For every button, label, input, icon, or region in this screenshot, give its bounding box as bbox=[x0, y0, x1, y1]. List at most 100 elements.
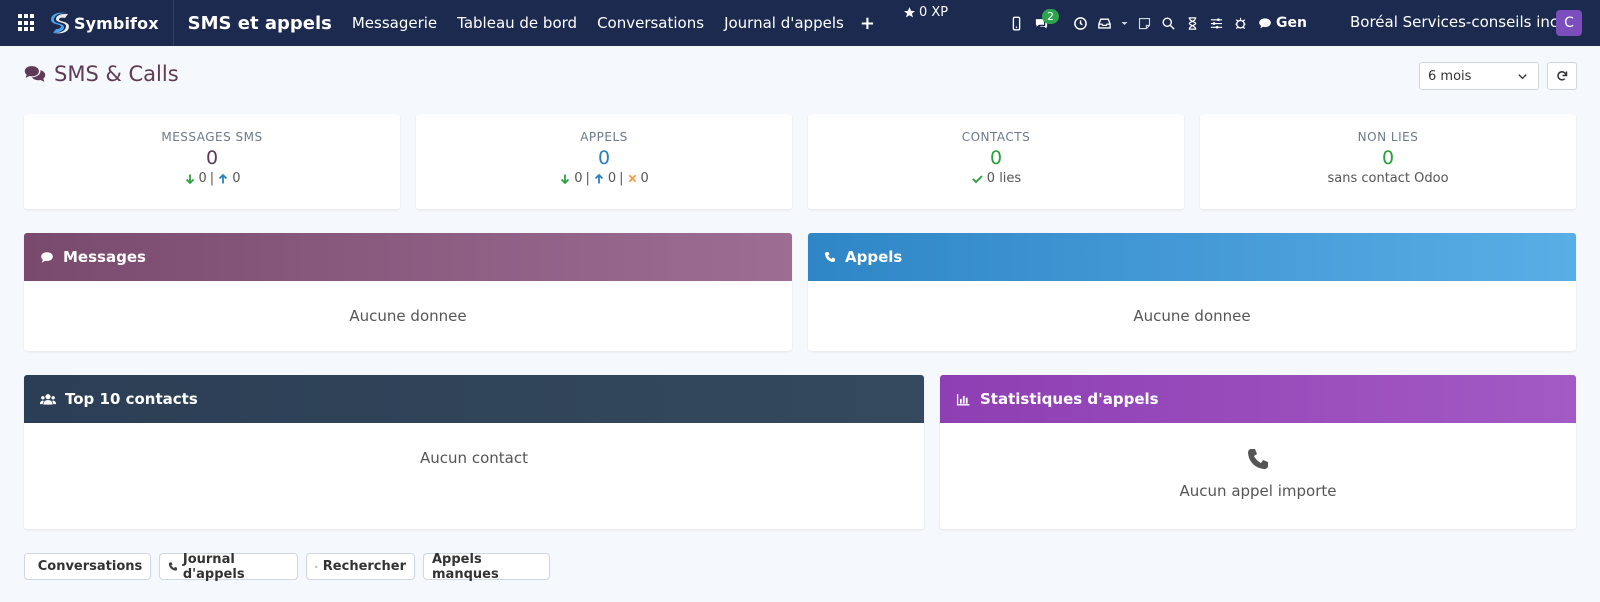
brand-name: Symbifox bbox=[74, 13, 159, 33]
empty-state: Aucun appel importe bbox=[1179, 482, 1337, 500]
mobile-icon[interactable] bbox=[1004, 0, 1028, 46]
stat-sub: 0 | 0 bbox=[24, 171, 400, 186]
missed-calls-button[interactable]: Appels manques bbox=[423, 551, 550, 582]
panel-header: Top 10 contacts bbox=[24, 375, 924, 423]
button-label: Journal d'appels bbox=[182, 551, 245, 582]
stat-label: NON LIES bbox=[1357, 130, 1419, 144]
panel-header: Statistiques d'appels bbox=[940, 375, 1576, 423]
stat-value: 0 bbox=[205, 147, 219, 169]
panel-messages: Messages Aucune donnee bbox=[24, 233, 792, 351]
stat-value: 0 bbox=[1381, 147, 1395, 169]
refresh-button[interactable] bbox=[1547, 62, 1577, 90]
users-icon bbox=[40, 393, 56, 405]
main-menu: Messagerie Tableau de bord Conversations… bbox=[342, 14, 854, 32]
clock-icon[interactable] bbox=[1068, 0, 1092, 46]
page-title-text: SMS & Calls bbox=[54, 62, 179, 86]
stat-value: 0 bbox=[989, 147, 1003, 169]
arrow-down-icon bbox=[185, 174, 194, 184]
button-label: Conversations bbox=[37, 559, 143, 574]
check-icon bbox=[972, 174, 983, 183]
stat-label: CONTACTS bbox=[961, 130, 1031, 144]
app-title: SMS et appels bbox=[187, 12, 332, 34]
panel-title: Appels bbox=[845, 248, 903, 266]
panel-calls: Appels Aucune donnee bbox=[808, 233, 1576, 351]
company-switcher[interactable]: Boréal Services-conseils inc. bbox=[1350, 13, 1563, 31]
apps-grid-icon[interactable] bbox=[18, 14, 36, 32]
arrow-up-icon bbox=[594, 173, 603, 183]
phone-icon bbox=[825, 252, 835, 262]
user-avatar[interactable]: C bbox=[1556, 10, 1582, 36]
empty-phone-wrap bbox=[940, 447, 1576, 475]
call-log-button[interactable]: Journal d'appels bbox=[159, 551, 298, 582]
calls-out-count: 0 bbox=[607, 171, 617, 186]
inbox-icon[interactable] bbox=[1092, 0, 1116, 46]
xp-indicator[interactable]: 0 XP bbox=[903, 5, 948, 20]
calls-missed-count: 0 bbox=[640, 171, 649, 186]
stat-sub: sans contact Odoo bbox=[1200, 171, 1576, 186]
bar-chart-icon bbox=[956, 393, 970, 405]
phone-icon bbox=[168, 562, 178, 571]
star-icon bbox=[904, 7, 915, 18]
stat-sub: 0 | 0 | 0 bbox=[416, 171, 792, 186]
panel-title: Statistiques d'appels bbox=[980, 390, 1159, 408]
refresh-icon bbox=[1557, 71, 1568, 81]
note-icon[interactable] bbox=[1132, 0, 1156, 46]
button-label: Rechercher bbox=[322, 559, 406, 574]
panel-title: Top 10 contacts bbox=[65, 390, 198, 408]
stat-value: 0 bbox=[597, 147, 611, 169]
chevron-down-icon bbox=[1518, 73, 1527, 79]
menu-item-conversations[interactable]: Conversations bbox=[587, 14, 714, 32]
add-icon[interactable]: + bbox=[860, 13, 875, 34]
sms-in-count: 0 bbox=[198, 171, 207, 186]
conversations-button[interactable]: Conversations bbox=[24, 553, 151, 580]
unlinked-sub: sans contact Odoo bbox=[1327, 171, 1449, 186]
panel-title: Messages bbox=[63, 248, 146, 266]
menu-item-tableau-de-bord[interactable]: Tableau de bord bbox=[447, 14, 587, 32]
menu-item-messagerie[interactable]: Messagerie bbox=[342, 14, 447, 32]
chat-badge: 2 bbox=[1042, 9, 1059, 24]
empty-state: Aucune donnee bbox=[349, 307, 467, 325]
comments-icon bbox=[24, 66, 46, 82]
hourglass-icon[interactable] bbox=[1180, 0, 1204, 46]
period-select[interactable]: 6 mois bbox=[1419, 62, 1539, 90]
stat-label: APPELS bbox=[580, 130, 628, 144]
gen-label: Gen bbox=[1276, 15, 1307, 31]
comment-icon bbox=[41, 251, 53, 263]
sms-out-count: 0 bbox=[232, 171, 241, 186]
gen-assistant[interactable]: Gen bbox=[1258, 15, 1307, 31]
period-select-value: 6 mois bbox=[1428, 68, 1472, 84]
brand[interactable]: Symbifox bbox=[50, 0, 174, 46]
stat-label: MESSAGES SMS bbox=[161, 130, 263, 144]
stat-card-contacts: CONTACTS 0 0 lies bbox=[808, 114, 1184, 209]
xp-value: 0 XP bbox=[919, 5, 949, 20]
page-title: SMS & Calls bbox=[24, 62, 179, 86]
panel-header: Messages bbox=[24, 233, 792, 281]
chat-icon[interactable]: 2 bbox=[1028, 0, 1062, 46]
search-button[interactable]: Rechercher bbox=[306, 553, 415, 580]
stat-card-calls: APPELS 0 0 | 0 | 0 bbox=[416, 114, 792, 209]
contacts-linked: 0 lies bbox=[986, 171, 1022, 186]
symbifox-logo-icon bbox=[51, 12, 69, 34]
top-navbar: Symbifox SMS et appels Messagerie Tablea… bbox=[0, 0, 1600, 46]
empty-state: Aucun contact bbox=[420, 449, 528, 467]
separator: | bbox=[619, 171, 624, 186]
search-icon bbox=[315, 565, 318, 568]
separator: | bbox=[209, 171, 215, 186]
search-icon[interactable] bbox=[1156, 0, 1180, 46]
times-icon bbox=[628, 174, 636, 183]
bug-icon[interactable] bbox=[1228, 0, 1252, 46]
panel-header: Appels bbox=[808, 233, 1576, 281]
button-label: Appels manques bbox=[432, 551, 499, 582]
stat-card-sms: MESSAGES SMS 0 0 | 0 bbox=[24, 114, 400, 209]
panel-call-stats: Statistiques d'appels Aucun appel import… bbox=[940, 375, 1576, 529]
empty-state: Aucune donnee bbox=[1133, 307, 1251, 325]
sliders-icon[interactable] bbox=[1204, 0, 1228, 46]
arrow-down-icon bbox=[561, 174, 570, 184]
phone-icon bbox=[1248, 449, 1268, 469]
stat-card-unlinked: NON LIES 0 sans contact Odoo bbox=[1200, 114, 1576, 209]
systray: 2 Gen bbox=[1004, 0, 1307, 46]
menu-item-journal-appels[interactable]: Journal d'appels bbox=[714, 14, 854, 32]
calls-in-count: 0 bbox=[574, 171, 583, 186]
caret-down-icon[interactable] bbox=[1116, 0, 1132, 46]
comment-icon bbox=[1259, 18, 1271, 29]
